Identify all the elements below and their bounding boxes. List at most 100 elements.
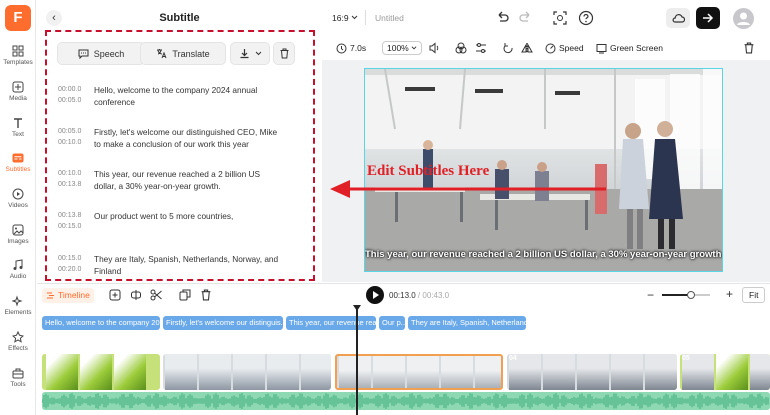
- translate-button[interactable]: Translate: [140, 42, 226, 65]
- trash-icon: [280, 48, 288, 59]
- chevron-down-icon: [351, 15, 358, 20]
- sidebar-item-images[interactable]: Images: [0, 224, 36, 245]
- chevron-down-icon: [255, 51, 261, 56]
- video-caption[interactable]: This year, our revenue reached a 2 billi…: [365, 249, 722, 260]
- sidebar-item-tools[interactable]: Tools: [0, 367, 36, 388]
- sidebar-item-label: Text: [12, 131, 24, 138]
- effects-icon: [12, 331, 24, 343]
- subtitles-icon: [12, 153, 24, 163]
- zoom-slider-handle[interactable]: [686, 291, 695, 299]
- sidebar-item-text[interactable]: Text: [0, 117, 36, 138]
- sidebar-item-audio[interactable]: Audio: [0, 259, 36, 280]
- subtitle-text[interactable]: This year, our revenue reached a 2 billi…: [94, 168, 284, 192]
- waveform: [42, 393, 769, 409]
- image-icon: [12, 224, 24, 236]
- zoom-select[interactable]: 100%: [382, 41, 423, 55]
- redo-icon[interactable]: [518, 10, 534, 26]
- video-clip[interactable]: [42, 354, 160, 390]
- subtitle-text[interactable]: Firstly, let's welcome our distinguished…: [94, 126, 284, 150]
- zoom-out-button[interactable]: −: [647, 288, 654, 302]
- undo-icon[interactable]: [494, 10, 510, 26]
- subtitle-clip[interactable]: Our p...: [379, 316, 405, 330]
- delete-subtitles-button[interactable]: [273, 42, 295, 65]
- panel-header: ‹ Subtitle: [37, 0, 322, 34]
- video-clip[interactable]: 05: [680, 354, 770, 390]
- subtitle-clip[interactable]: This year, our revenue rea...: [286, 316, 376, 330]
- sidebar-item-elements[interactable]: Elements: [0, 295, 36, 316]
- green-screen-button[interactable]: Green Screen: [596, 41, 663, 55]
- play-icon: [373, 291, 379, 299]
- download-icon: [240, 49, 248, 59]
- music-icon: [13, 259, 23, 270]
- timeline-icon: [47, 292, 54, 299]
- subtitle-clip[interactable]: They are Italy, Spanish, Netherland...: [408, 316, 526, 330]
- video-icon: [12, 188, 24, 200]
- rotate-icon[interactable]: [502, 41, 514, 55]
- translate-icon: [157, 49, 167, 59]
- sidebar-item-subtitles[interactable]: Subtitles: [0, 152, 36, 173]
- playhead[interactable]: [356, 305, 358, 415]
- divider: [365, 10, 366, 25]
- sidebar-item-label: Media: [9, 95, 27, 102]
- top-bar: 16:9 Untitled: [322, 0, 770, 36]
- project-name-field[interactable]: Untitled: [375, 13, 404, 23]
- screen-record-icon[interactable]: [552, 10, 568, 26]
- subtitle-clip[interactable]: Firstly, let's welcome our distinguis...: [163, 316, 283, 330]
- text-icon: [14, 118, 22, 128]
- fit-button[interactable]: Fit: [742, 287, 766, 303]
- scissors-icon[interactable]: [150, 289, 162, 301]
- flip-icon[interactable]: [521, 41, 533, 55]
- export-button[interactable]: [696, 7, 720, 29]
- subtitle-timestamp: 00:13.8 00:15.0: [58, 212, 82, 230]
- sidebar-item-label: Effects: [8, 345, 28, 352]
- user-icon: [737, 12, 750, 25]
- subtitle-clip[interactable]: Hello, welcome to the company 20...: [42, 316, 160, 330]
- sidebar-item-label: Images: [7, 238, 29, 245]
- cloud-icon: [672, 14, 685, 23]
- speed-button[interactable]: Speed: [545, 41, 584, 55]
- add-icon[interactable]: [109, 289, 121, 301]
- adjust-sliders-icon[interactable]: [475, 41, 487, 55]
- subtitle-text[interactable]: They are Italy, Spanish, Netherlands, No…: [94, 253, 284, 277]
- total-time: 00:43.0: [422, 291, 450, 300]
- duration-control[interactable]: 7.0s: [336, 41, 366, 55]
- play-button[interactable]: [366, 286, 384, 304]
- sidebar-item-effects[interactable]: Effects: [0, 331, 36, 352]
- volume-icon[interactable]: [429, 41, 441, 55]
- trash-icon[interactable]: [200, 289, 212, 301]
- annotation-arrow: [330, 180, 606, 198]
- sidebar-item-media[interactable]: Media: [0, 81, 36, 102]
- download-dropdown-button[interactable]: [230, 42, 270, 65]
- split-icon[interactable]: [130, 289, 142, 301]
- duplicate-icon[interactable]: [179, 289, 191, 301]
- help-icon[interactable]: [578, 10, 594, 26]
- tab-timeline[interactable]: Timeline: [42, 288, 94, 303]
- app-logo[interactable]: F: [5, 5, 31, 31]
- subtitle-timestamp: 00:15.0 00:20.0: [58, 255, 82, 273]
- elements-icon: [12, 295, 23, 307]
- speech-button[interactable]: Speech: [57, 42, 145, 65]
- subtitle-text[interactable]: Hello, welcome to the company 2024 annua…: [94, 84, 284, 108]
- arrow-right-icon: [703, 13, 714, 23]
- subtitle-text[interactable]: Our product went to 5 more countries,: [94, 210, 284, 222]
- avatar[interactable]: [733, 8, 754, 29]
- video-clip[interactable]: 04: [507, 354, 677, 390]
- trash-icon[interactable]: [743, 41, 755, 55]
- edit-toolbar: 7.0s 100% Speed Green Screen: [322, 36, 770, 60]
- sidebar-item-videos[interactable]: Videos: [0, 188, 36, 209]
- chevron-down-icon: [411, 46, 417, 50]
- speech-bubble-icon: [78, 49, 89, 59]
- video-clip-selected[interactable]: [335, 354, 503, 390]
- subtitle-panel: ‹ Subtitle Speech Translate 00:00.0 00:05…: [37, 0, 322, 282]
- left-rail: F Templates Media Text Subtitles Videos …: [0, 0, 36, 415]
- color-filter-icon[interactable]: [455, 41, 467, 55]
- grid-icon: [12, 45, 24, 57]
- sidebar-item-templates[interactable]: Templates: [0, 45, 36, 66]
- video-clip[interactable]: [163, 354, 331, 390]
- subtitle-edit-highlight: [45, 30, 315, 281]
- cloud-save-button[interactable]: [666, 8, 690, 28]
- media-icon: [12, 81, 24, 93]
- audio-track[interactable]: [42, 392, 770, 410]
- zoom-in-button[interactable]: +: [726, 287, 733, 301]
- aspect-ratio-select[interactable]: 16:9: [332, 13, 358, 23]
